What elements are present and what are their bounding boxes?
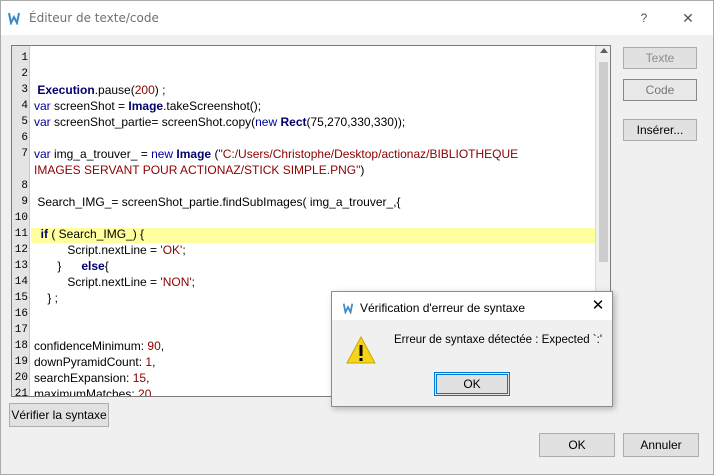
line-number: 2 <box>21 68 28 80</box>
close-icon[interactable]: ✕ <box>588 296 608 316</box>
dialog-ok-button[interactable]: OK <box>434 372 510 396</box>
code-line-14: Script.nextLine = 'NON'; <box>34 275 195 289</box>
line-number: 6 <box>21 132 28 144</box>
warning-icon <box>346 336 376 364</box>
code-line-18: confidenceMinimum: 90, <box>34 339 165 353</box>
scroll-thumb[interactable] <box>599 62 608 262</box>
line-number: 20 <box>14 372 28 384</box>
code-line-12: Script.nextLine = 'OK'; <box>34 243 186 257</box>
code-line-21: maximumMatches: 20 <box>34 387 152 397</box>
title-bar: Éditeur de texte/code ? ✕ <box>1 1 713 35</box>
code-button[interactable]: Code <box>623 79 697 101</box>
code-line-4: var screenShot = Image.takeScreenshot(); <box>34 99 262 113</box>
code-line-11: if ( Search_IMG_) { <box>40 227 145 241</box>
line-number: 1 <box>21 52 28 64</box>
line-number: 8 <box>21 180 28 192</box>
line-number: 16 <box>14 308 28 320</box>
line-number: 5 <box>21 116 28 128</box>
line-number: 9 <box>21 196 28 208</box>
line-number: 13 <box>14 260 28 272</box>
dialog-title: Vérification d'erreur de syntaxe <box>360 301 526 315</box>
ok-button[interactable]: OK <box>539 433 615 457</box>
line-number: 14 <box>14 276 28 288</box>
code-line-9: Search_IMG_= screenShot_partie.findSubIm… <box>34 195 401 209</box>
line-number: 12 <box>14 244 28 256</box>
line-number: 19 <box>14 356 28 368</box>
line-number: 4 <box>21 100 28 112</box>
app-icon <box>342 303 354 314</box>
error-message: Erreur de syntaxe détectée : Expected `:… <box>394 334 603 346</box>
line-number: 15 <box>14 292 28 304</box>
line-number-gutter: 1 2 3 4 5 6 7 8 9 10 11 12 13 14 15 16 1… <box>12 46 30 397</box>
code-line-19: downPyramidCount: 1, <box>34 355 156 369</box>
app-icon <box>8 12 20 25</box>
dialog-body: Erreur de syntaxe détectée : Expected `:… <box>332 320 612 406</box>
code-line-20: searchExpansion: 15, <box>34 371 150 385</box>
syntax-error-dialog: Vérification d'erreur de syntaxe ✕ Erreu… <box>331 291 613 407</box>
scroll-up-icon[interactable] <box>600 48 608 53</box>
inserer-button[interactable]: Insérer... <box>623 119 697 141</box>
close-icon[interactable]: ✕ <box>671 7 705 29</box>
window-title: Éditeur de texte/code <box>29 11 159 25</box>
code-line-7: var img_a_trouver_ = new Image ("C:/User… <box>34 147 519 161</box>
line-number: 3 <box>21 84 28 96</box>
cancel-button[interactable]: Annuler <box>623 433 699 457</box>
line-number: 17 <box>14 324 28 336</box>
code-line-5: var screenShot_partie= screenShot.copy(n… <box>34 115 406 129</box>
line-number: 10 <box>14 212 28 224</box>
code-line-3: Execution.pause(200) ; <box>34 83 166 97</box>
code-line-13: } else{ <box>34 259 109 273</box>
texte-button[interactable]: Texte <box>623 47 697 69</box>
verify-syntax-button[interactable]: Vérifier la syntaxe <box>9 403 109 427</box>
code-line-7-wrap: IMAGES SERVANT POUR ACTIONAZ/STICK SIMPL… <box>34 163 365 177</box>
help-button[interactable]: ? <box>629 7 659 29</box>
line-number: 21 <box>14 388 28 397</box>
code-line-15: } ; <box>34 291 59 305</box>
line-number: 7 <box>21 148 28 160</box>
line-number: 18 <box>14 340 28 352</box>
line-number: 11 <box>14 228 28 240</box>
